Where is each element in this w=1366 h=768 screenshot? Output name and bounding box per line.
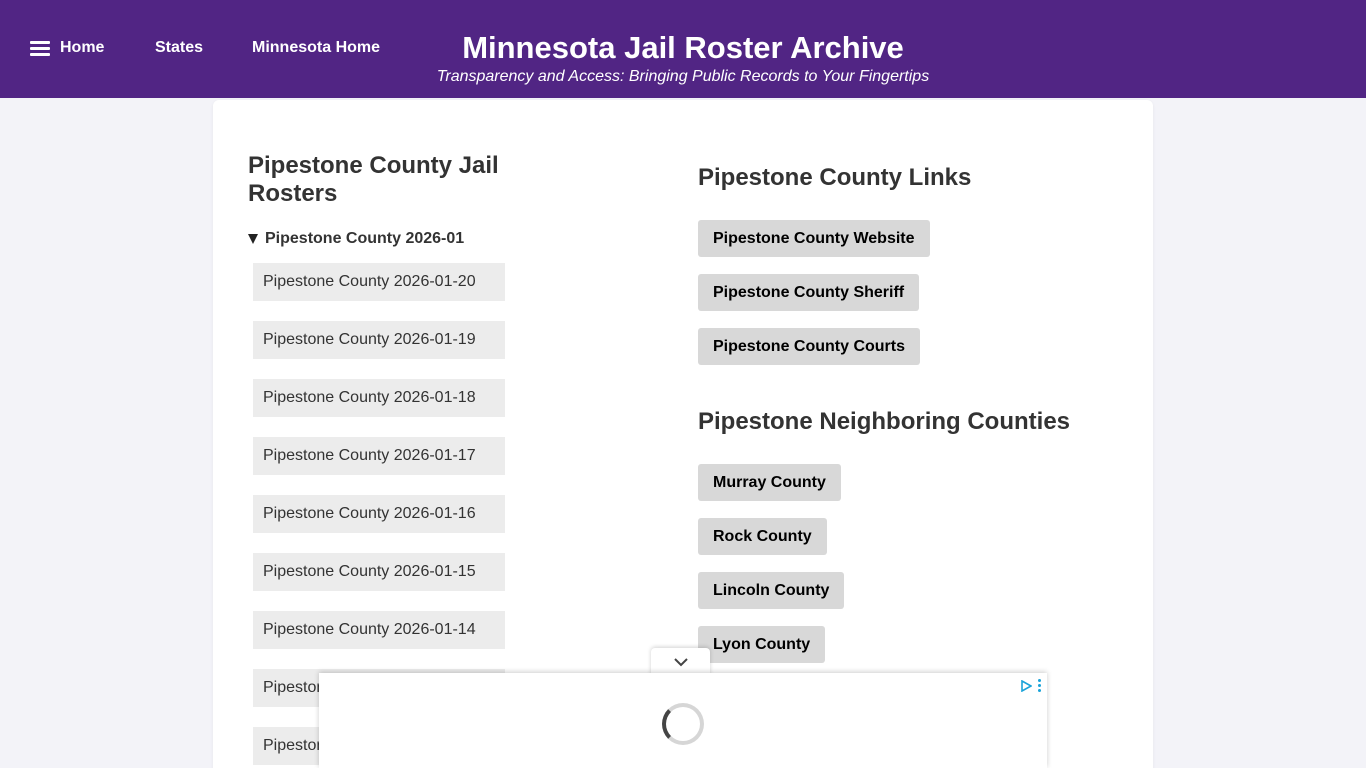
ad-collapse-button[interactable] bbox=[651, 648, 710, 676]
nav-states-link[interactable]: States bbox=[155, 39, 203, 57]
neighbor-county-button[interactable]: Rock County bbox=[698, 518, 827, 555]
adchoices-icon[interactable] bbox=[1020, 679, 1032, 692]
more-options-icon[interactable] bbox=[1038, 679, 1041, 692]
site-header: Home States Minnesota Home Minnesota Jai… bbox=[0, 0, 1366, 98]
roster-link[interactable]: Pipestone County 2026-01-14 bbox=[253, 611, 505, 649]
neighboring-counties-list: Murray County Rock County Lincoln County… bbox=[698, 464, 1118, 663]
chevron-down-icon bbox=[673, 658, 688, 667]
roster-group-toggle[interactable]: Pipestone County 2026-01 bbox=[248, 230, 548, 248]
ad-controls[interactable] bbox=[1020, 679, 1041, 692]
nav-home-label: Home bbox=[60, 39, 105, 56]
neighbor-county-button[interactable]: Murray County bbox=[698, 464, 841, 501]
site-subtitle: Transparency and Access: Bringing Public… bbox=[436, 68, 930, 85]
ad-banner[interactable] bbox=[319, 673, 1047, 768]
roster-link[interactable]: Pipestone County 2026-01-20 bbox=[253, 263, 505, 301]
county-links-list: Pipestone County Website Pipestone Count… bbox=[698, 220, 1118, 365]
neighbor-county-button[interactable]: Lyon County bbox=[698, 626, 826, 663]
triangle-down-icon bbox=[248, 234, 258, 244]
county-sheriff-button[interactable]: Pipestone County Sheriff bbox=[698, 274, 920, 311]
rosters-heading: Pipestone County Jail Rosters bbox=[248, 152, 499, 207]
roster-link[interactable]: Pipestone County 2026-01-18 bbox=[253, 379, 505, 417]
county-courts-button[interactable]: Pipestone County Courts bbox=[698, 328, 921, 365]
nav-state-home-link[interactable]: Minnesota Home bbox=[252, 39, 380, 57]
roster-group-label: Pipestone County 2026-01 bbox=[265, 230, 465, 247]
spinner-icon bbox=[662, 703, 704, 745]
roster-link[interactable]: Pipestone County 2026-01-15 bbox=[253, 553, 505, 591]
links-section: Pipestone County Links Pipestone County … bbox=[698, 164, 1118, 680]
roster-link[interactable]: Pipestone County 2026-01-19 bbox=[253, 321, 505, 359]
neighbor-county-button[interactable]: Lincoln County bbox=[698, 572, 845, 609]
nav-home-link[interactable]: Home bbox=[30, 39, 104, 57]
county-website-button[interactable]: Pipestone County Website bbox=[698, 220, 930, 257]
neighboring-counties-heading: Pipestone Neighboring Counties bbox=[698, 408, 1071, 435]
county-links-heading: Pipestone County Links bbox=[698, 164, 972, 191]
roster-link[interactable]: Pipestone County 2026-01-16 bbox=[253, 495, 505, 533]
site-title[interactable]: Minnesota Jail Roster Archive bbox=[438, 30, 928, 66]
roster-link[interactable]: Pipestone County 2026-01-17 bbox=[253, 437, 505, 475]
menu-icon[interactable] bbox=[30, 40, 50, 56]
